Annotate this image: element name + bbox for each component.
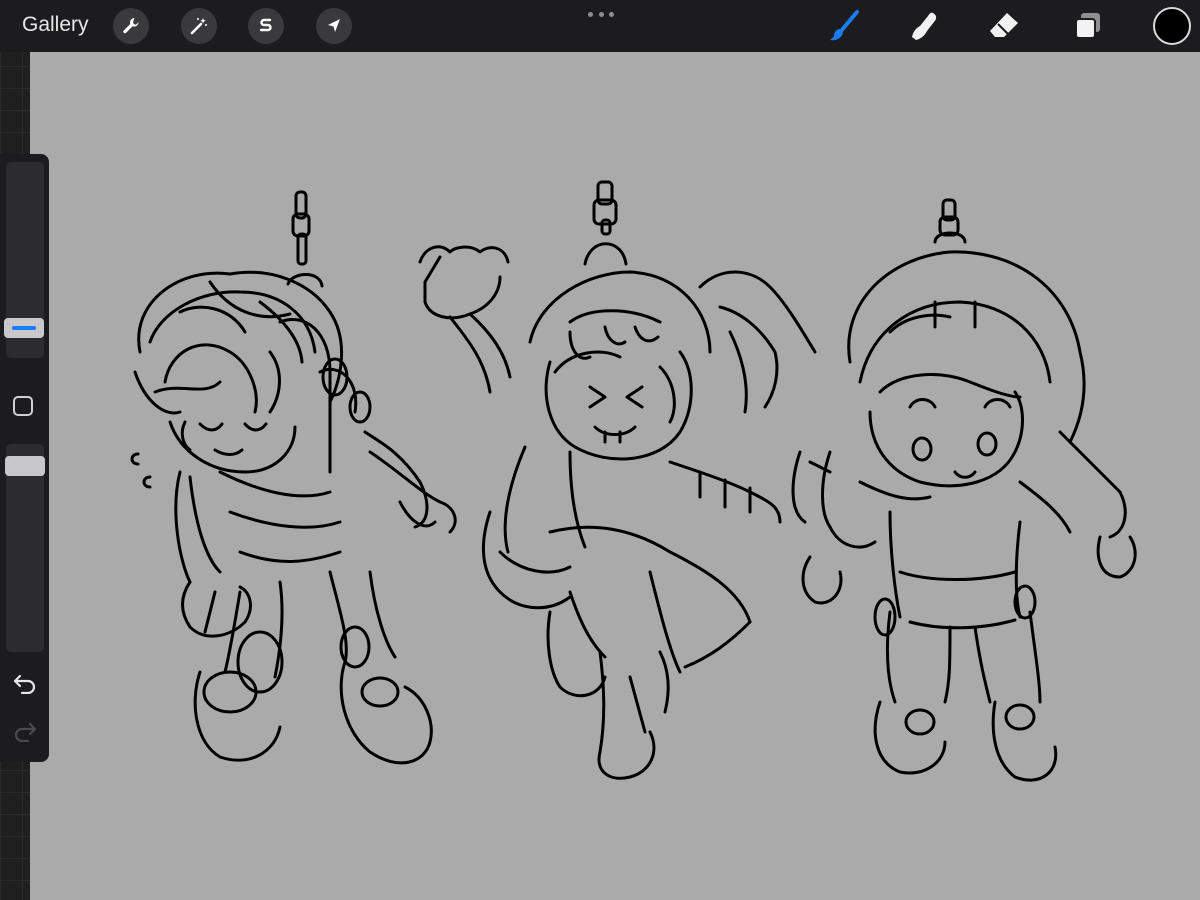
dot xyxy=(598,11,604,17)
redo-arrow-icon xyxy=(14,722,37,743)
ellipsis-icon[interactable] xyxy=(588,8,614,20)
opacity-slider-handle[interactable] xyxy=(5,456,45,476)
size-slider-handle[interactable] xyxy=(4,318,44,338)
eraser-icon xyxy=(990,13,1018,37)
selection-button[interactable] xyxy=(248,8,284,44)
undo-button[interactable] xyxy=(12,672,38,695)
sketch-drawing xyxy=(130,180,1137,782)
smudge-finger-icon xyxy=(912,12,937,40)
brush-icon xyxy=(830,10,859,41)
top-toolbar: Gallery xyxy=(0,0,1200,52)
dot xyxy=(609,11,614,17)
drawing-canvas[interactable] xyxy=(30,52,1200,900)
color-picker-button[interactable] xyxy=(1153,7,1191,45)
wrench-icon xyxy=(123,18,139,34)
magic-wand-icon xyxy=(190,18,207,35)
brush-button[interactable] xyxy=(826,8,862,44)
character-right xyxy=(791,198,1137,782)
undo-arrow-icon xyxy=(13,674,36,695)
adjustments-button[interactable] xyxy=(181,8,217,44)
gallery-button[interactable]: Gallery xyxy=(22,13,89,37)
character-middle xyxy=(418,180,817,780)
layers-button[interactable] xyxy=(1070,8,1106,44)
arrow-cursor-icon xyxy=(328,19,340,32)
procreate-app: Gallery xyxy=(0,0,1200,900)
character-left xyxy=(130,190,457,765)
smudge-button[interactable] xyxy=(906,8,942,44)
actions-button[interactable] xyxy=(113,8,149,44)
selection-s-icon xyxy=(259,18,272,32)
layers-icon xyxy=(1075,13,1100,39)
size-indicator xyxy=(12,326,36,330)
dot xyxy=(588,11,593,17)
redo-button[interactable] xyxy=(12,720,38,743)
transform-button[interactable] xyxy=(316,8,352,44)
square-modify-icon[interactable] xyxy=(13,396,33,416)
eraser-button[interactable] xyxy=(986,8,1022,44)
left-sidebar xyxy=(0,154,49,762)
